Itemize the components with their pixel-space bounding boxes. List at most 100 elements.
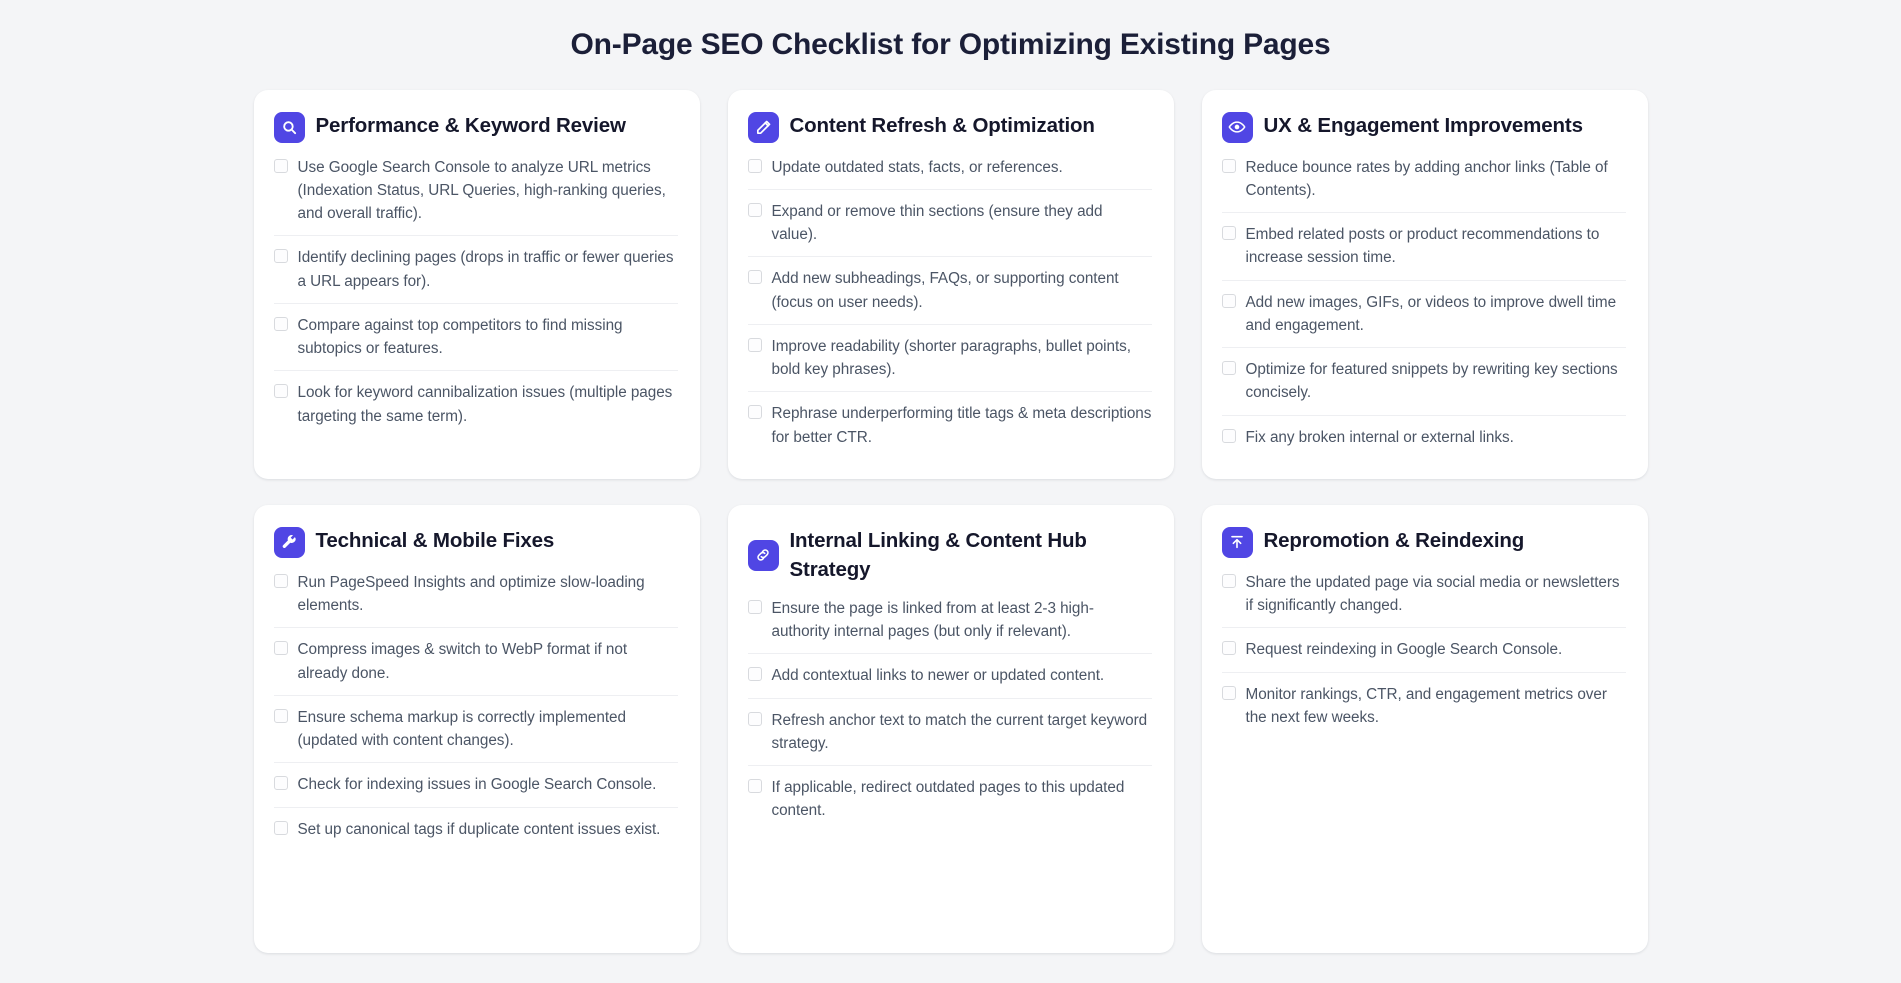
checklist: Ensure the page is linked from at least … xyxy=(747,593,1152,833)
checklist-item[interactable]: Set up canonical tags if duplicate conte… xyxy=(273,806,678,851)
checklist-item[interactable]: Update outdated stats, facts, or referen… xyxy=(747,152,1152,189)
checklist-card: Technical & Mobile Fixes Run PageSpeed In… xyxy=(253,504,700,953)
checkbox[interactable] xyxy=(1221,293,1236,308)
checklist-item-label: Run PageSpeed Insights and optimize slow… xyxy=(297,573,645,614)
checkbox[interactable] xyxy=(1221,226,1236,240)
checklist-item-label: Optimize for featured snippets by rewrit… xyxy=(1245,361,1618,402)
checklist-item[interactable]: Monitor rankings, CTR, and engagement me… xyxy=(1221,671,1626,740)
checkbox[interactable] xyxy=(273,316,288,331)
card-header: Performance & Keyword Review xyxy=(273,110,678,143)
checklist-item[interactable]: Rephrase underperforming title tags & me… xyxy=(747,391,1152,459)
card-header: UX & Engagement Improvements xyxy=(1221,110,1626,143)
checklist: Run PageSpeed Insights and optimize slow… xyxy=(273,567,678,851)
checkbox[interactable] xyxy=(747,667,762,682)
checkbox[interactable] xyxy=(747,779,762,794)
card-title: Repromotion & Reindexing xyxy=(1263,528,1525,552)
checklist: Use Google Search Console to analyze URL… xyxy=(273,152,678,438)
checklist-item[interactable]: Expand or remove thin sections (ensure t… xyxy=(747,188,1152,257)
checklist-item-label: Request reindexing in Google Search Cons… xyxy=(1245,641,1563,659)
checklist-item[interactable]: Ensure schema markup is correctly implem… xyxy=(273,694,678,763)
checklist-item[interactable]: Run PageSpeed Insights and optimize slow… xyxy=(273,567,678,628)
checklist-card: Internal Linking & Content Hub Strategy E… xyxy=(727,504,1174,953)
checkbox[interactable] xyxy=(1221,428,1236,443)
card-title: Performance & Keyword Review xyxy=(315,113,626,137)
checklist-item[interactable]: Request reindexing in Google Search Cons… xyxy=(1221,627,1626,671)
checklist-item[interactable]: Reduce bounce rates by adding anchor lin… xyxy=(1221,152,1626,213)
checklist-item[interactable]: Add new images, GIFs, or videos to impro… xyxy=(1221,279,1626,348)
checklist-item[interactable]: If applicable, redirect outdated pages t… xyxy=(747,765,1152,833)
checklist-card: UX & Engagement Improvements Reduce bounc… xyxy=(1201,89,1648,479)
checkbox[interactable] xyxy=(273,158,288,173)
checklist-item[interactable]: Optimize for featured snippets by rewrit… xyxy=(1221,347,1626,415)
checklist-item-label: Update outdated stats, facts, or referen… xyxy=(771,158,1063,176)
checklist-item-label: Embed related posts or product recommend… xyxy=(1245,226,1600,267)
checklist-item-label: Refresh anchor text to match the current… xyxy=(771,711,1148,752)
checklist-item-label: Reduce bounce rates by adding anchor lin… xyxy=(1245,158,1608,199)
checklist-item[interactable]: Identify declining pages (drops in traff… xyxy=(273,235,678,303)
checklist-item[interactable]: Compare against top competitors to find … xyxy=(273,302,678,371)
checklist-item-label: Fix any broken internal or external link… xyxy=(1245,428,1514,446)
card-header: Technical & Mobile Fixes xyxy=(273,525,678,558)
checklist-item[interactable]: Share the updated page via social media … xyxy=(1221,567,1626,628)
wrench-icon xyxy=(273,526,305,558)
search-icon xyxy=(273,111,305,143)
checkbox[interactable] xyxy=(273,820,288,835)
checklist-item[interactable]: Compress images & switch to WebP format … xyxy=(273,627,678,695)
card-title: Internal Linking & Content Hub Strategy xyxy=(789,528,1087,581)
checklist-item-label: Ensure schema markup is correctly implem… xyxy=(297,708,627,749)
checklist: Share the updated page via social media … xyxy=(1221,567,1626,740)
checklist-item[interactable]: Refresh anchor text to match the current… xyxy=(747,697,1152,766)
checklist-item[interactable]: Fix any broken internal or external link… xyxy=(1221,414,1626,459)
checklist-item[interactable]: Add new subheadings, FAQs, or supporting… xyxy=(747,256,1152,324)
checkbox[interactable] xyxy=(273,708,288,723)
checklist-item-label: Monitor rankings, CTR, and engagement me… xyxy=(1245,685,1607,726)
link-icon xyxy=(747,539,779,571)
checkbox[interactable] xyxy=(1221,158,1236,173)
checklist-item[interactable]: Ensure the page is linked from at least … xyxy=(747,593,1152,654)
checklist: Update outdated stats, facts, or referen… xyxy=(747,152,1152,459)
page-title: On-Page SEO Checklist for Optimizing Exi… xyxy=(570,28,1331,61)
card-title: Content Refresh & Optimization xyxy=(789,113,1095,137)
card-header: Repromotion & Reindexing xyxy=(1221,525,1626,558)
checklist-item-label: Rephrase underperforming title tags & me… xyxy=(771,405,1152,446)
checkbox[interactable] xyxy=(747,202,762,217)
eye-icon xyxy=(1221,111,1253,143)
checklist-item[interactable]: Use Google Search Console to analyze URL… xyxy=(273,152,678,236)
checkbox[interactable] xyxy=(1221,361,1236,375)
pencil-icon xyxy=(747,111,779,143)
checkbox[interactable] xyxy=(747,270,762,285)
checkbox[interactable] xyxy=(747,405,762,420)
checkbox[interactable] xyxy=(1221,641,1236,656)
checkbox[interactable] xyxy=(1221,573,1236,588)
checklist-item[interactable]: Add contextual links to newer or updated… xyxy=(747,653,1152,697)
card-header: Internal Linking & Content Hub Strategy xyxy=(747,525,1152,584)
checklist-item-label: Use Google Search Console to analyze URL… xyxy=(297,158,666,223)
checklist-card-grid: Performance & Keyword Review Use Google S… xyxy=(0,89,1901,953)
checkbox[interactable] xyxy=(747,158,762,173)
checklist-item-label: Compare against top competitors to find … xyxy=(297,316,623,357)
checklist-item-label: Compress images & switch to WebP format … xyxy=(297,641,628,682)
checklist-item[interactable]: Improve readability (shorter paragraphs,… xyxy=(747,323,1152,392)
checklist-item[interactable]: Check for indexing issues in Google Sear… xyxy=(273,762,678,806)
checklist-card: Performance & Keyword Review Use Google S… xyxy=(253,89,700,479)
checklist-item-label: Look for keyword cannibalization issues … xyxy=(297,384,673,425)
checkbox[interactable] xyxy=(273,776,288,791)
checkbox[interactable] xyxy=(273,641,288,656)
checklist-item-label: Share the updated page via social media … xyxy=(1245,573,1620,614)
checklist-item[interactable]: Look for keyword cannibalization issues … xyxy=(273,370,678,438)
upload-icon xyxy=(1221,526,1253,558)
checkbox[interactable] xyxy=(273,249,288,264)
checkbox[interactable] xyxy=(747,337,762,352)
checklist-page: On-Page SEO Checklist for Optimizing Exi… xyxy=(0,0,1901,953)
checklist-item-label: Check for indexing issues in Google Sear… xyxy=(297,776,657,794)
checklist-item-label: Identify declining pages (drops in traff… xyxy=(297,249,674,290)
checklist: Reduce bounce rates by adding anchor lin… xyxy=(1221,152,1626,459)
checklist-item[interactable]: Embed related posts or product recommend… xyxy=(1221,212,1626,280)
card-title: UX & Engagement Improvements xyxy=(1263,113,1583,137)
checkbox[interactable] xyxy=(1221,685,1236,700)
checkbox[interactable] xyxy=(273,573,288,588)
checkbox[interactable] xyxy=(747,599,762,614)
checkbox[interactable] xyxy=(747,711,762,726)
checklist-card: Repromotion & Reindexing Share the update… xyxy=(1201,504,1648,953)
checkbox[interactable] xyxy=(273,384,288,399)
